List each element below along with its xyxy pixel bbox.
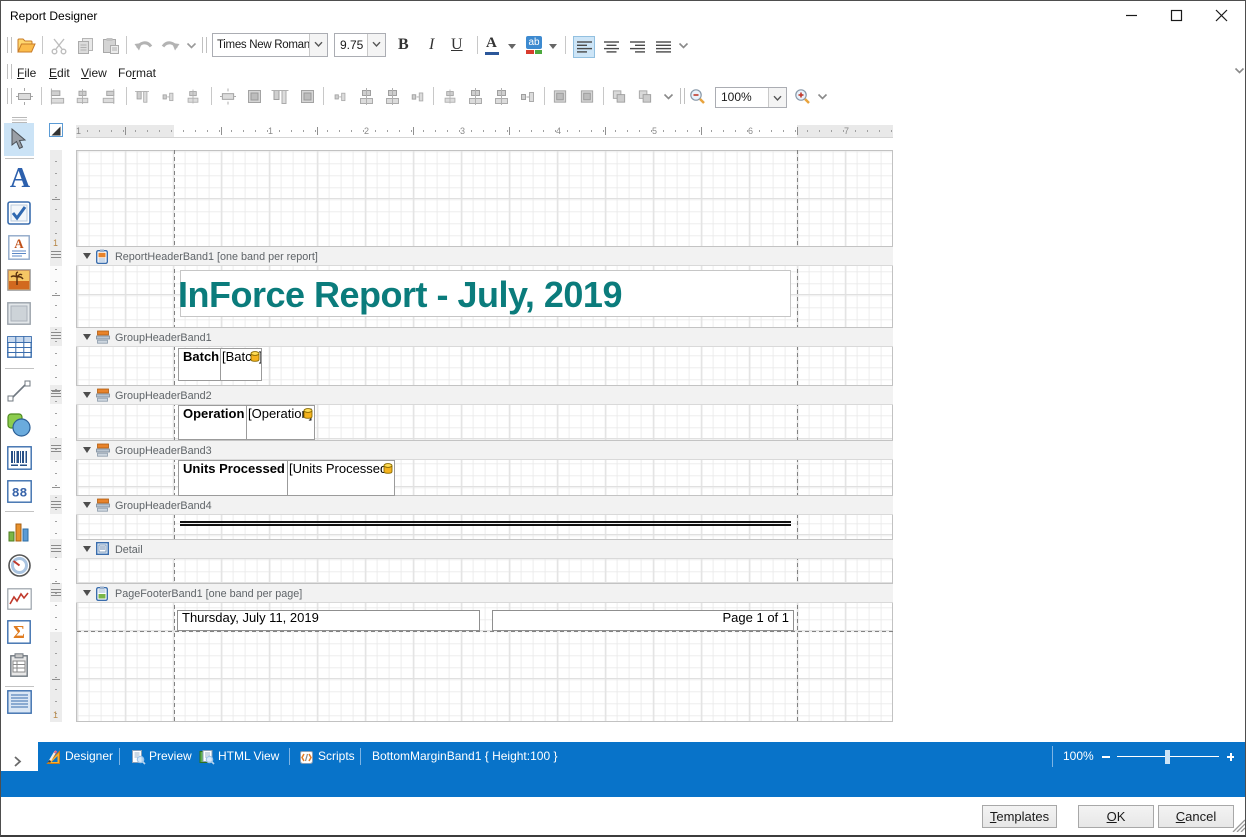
svg-text:Σ: Σ — [13, 622, 25, 642]
svg-text:A: A — [14, 236, 24, 251]
svg-text:88: 88 — [12, 486, 28, 501]
